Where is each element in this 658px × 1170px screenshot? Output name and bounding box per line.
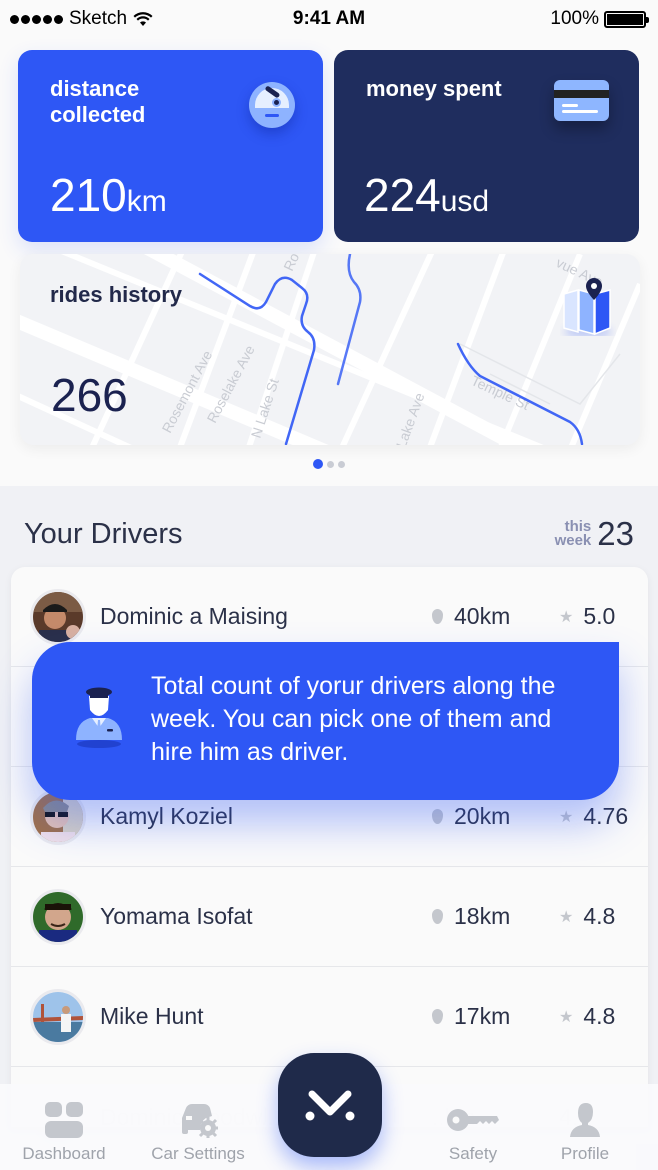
stats-carousel: distance collected 210km money spent 224…: [0, 38, 658, 486]
location-pin-icon: [432, 1009, 443, 1024]
credit-card-icon: [554, 80, 609, 121]
star-icon: ★: [559, 608, 574, 626]
driver-distance: 17km: [432, 1003, 510, 1030]
tooltip-text: Total count of yorur drivers along the w…: [151, 672, 556, 766]
distance-value: 40km: [454, 603, 511, 629]
signal-icon: [10, 14, 63, 24]
pager-dot-2[interactable]: [327, 460, 334, 468]
distance-label: distance collected: [50, 76, 146, 127]
distance-number: 210: [50, 169, 127, 221]
map-icon: [563, 278, 612, 336]
key-icon: [447, 1100, 499, 1140]
carrier-label: Sketch: [69, 8, 128, 29]
dashboard-icon: [45, 1100, 83, 1140]
distance-value: 210km: [50, 172, 167, 218]
nav-item-profile[interactable]: Profile: [530, 1100, 640, 1164]
driver-rating: ★ 5.0: [559, 603, 615, 630]
driver-distance: 18km: [432, 903, 510, 930]
car-settings-icon: [178, 1100, 218, 1140]
distance-value: 18km: [454, 903, 511, 929]
driver-rating: ★ 4.8: [559, 903, 615, 930]
drivers-title: Your Drivers: [24, 517, 183, 550]
collapse-button[interactable]: [278, 1053, 382, 1157]
battery-label: 100%: [550, 8, 599, 29]
battery-icon: [604, 10, 649, 28]
location-pin-icon: [432, 909, 443, 924]
driver-rating: ★ 4.76: [559, 803, 628, 830]
rides-history-card[interactable]: Rosemont Ave Roselake Ave N Lake St Lake…: [20, 254, 640, 445]
drivers-tooltip[interactable]: Total count of yorur drivers along the w…: [32, 642, 619, 800]
money-unit: usd: [440, 185, 490, 218]
nav-item-safety[interactable]: Safety: [418, 1100, 528, 1164]
rating-value: 4.8: [583, 903, 616, 929]
money-label: money spent: [366, 76, 502, 101]
nav-label: Car Settings: [151, 1144, 245, 1163]
rating-value: 4.76: [583, 803, 629, 829]
nav-label: Safety: [448, 1144, 498, 1163]
profile-icon: [569, 1100, 601, 1140]
driver-icon: [76, 687, 122, 748]
avatar: [30, 988, 86, 1045]
status-bar: Sketch 9:41 AM 100%: [0, 0, 658, 38]
driver-row[interactable]: Mike Hunt 17km ★ 4.8: [11, 967, 648, 1067]
weekly-count: this week 23: [555, 515, 634, 553]
rides-value: 266: [51, 369, 128, 421]
location-pin-icon: [432, 809, 443, 824]
money-value: 224usd: [364, 172, 489, 218]
money-card[interactable]: money spent 224usd: [334, 50, 639, 242]
nav-item-dashboard[interactable]: Dashboard: [9, 1100, 119, 1164]
money-number: 224: [364, 169, 441, 221]
nav-label: Dashboard: [22, 1144, 106, 1163]
distance-value: 20km: [454, 803, 511, 829]
wifi-icon: [133, 11, 153, 26]
star-icon: ★: [559, 908, 574, 926]
pager-dot-1[interactable]: [313, 459, 323, 469]
drivers-header: Your Drivers this week 23: [24, 515, 634, 553]
driver-row[interactable]: Yomama Isofat 18km ★ 4.8: [11, 867, 648, 967]
distance-value: 17km: [454, 1003, 511, 1029]
star-icon: ★: [559, 808, 574, 826]
avatar: [30, 588, 86, 645]
rides-label: rides history: [50, 282, 183, 307]
week-count: 23: [597, 515, 634, 552]
gauge-icon: [249, 82, 295, 128]
driver-distance: 40km: [432, 603, 510, 630]
nav-item-car-settings[interactable]: Car Settings: [143, 1100, 253, 1164]
distance-unit: km: [126, 185, 167, 218]
rating-value: 5.0: [583, 603, 616, 629]
avatar: [30, 888, 86, 945]
driver-rating: ★ 4.8: [559, 1003, 615, 1030]
nav-label: Profile: [560, 1144, 610, 1163]
collapse-chevron-icon: [305, 1090, 355, 1121]
week-label-week: week: [554, 532, 592, 549]
carousel-pager[interactable]: [0, 459, 658, 469]
driver-distance: 20km: [432, 803, 510, 830]
status-right: 100%: [550, 8, 649, 30]
status-left: Sketch: [10, 8, 153, 30]
distance-card[interactable]: distance collected 210km: [18, 50, 323, 242]
location-pin-icon: [432, 609, 443, 624]
rating-value: 4.8: [583, 1003, 616, 1029]
star-icon: ★: [559, 1008, 574, 1026]
week-label: this week: [554, 519, 592, 549]
pager-dot-3[interactable]: [338, 460, 345, 468]
